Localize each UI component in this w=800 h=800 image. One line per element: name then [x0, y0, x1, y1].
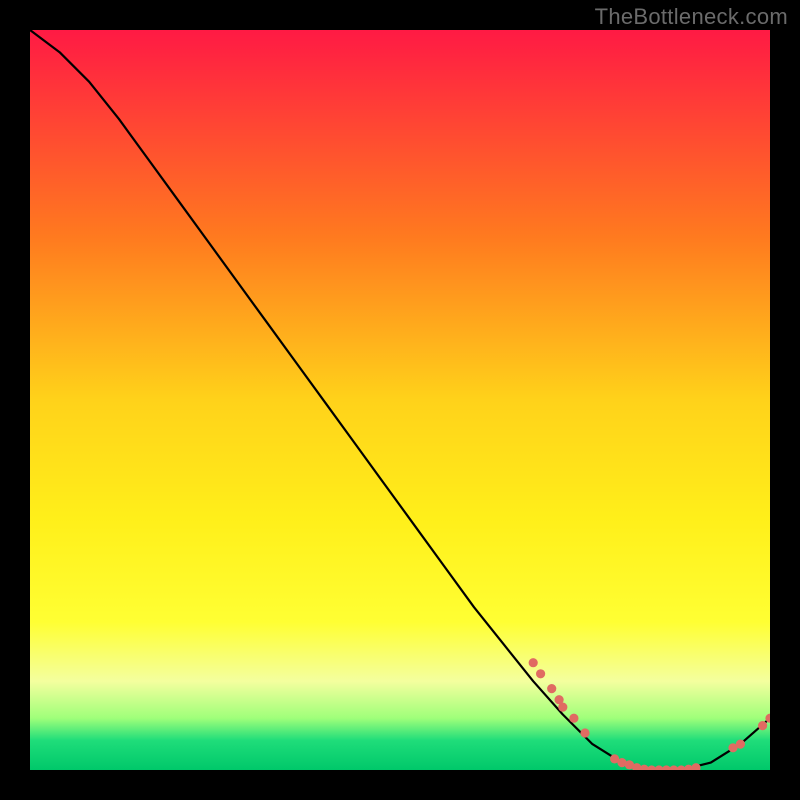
- gradient-background: [30, 30, 770, 770]
- chart-frame: TheBottleneck.com: [0, 0, 800, 800]
- data-marker: [736, 740, 745, 749]
- plot-area: [30, 30, 770, 770]
- data-marker: [536, 669, 545, 678]
- data-marker: [547, 684, 556, 693]
- chart-svg: [30, 30, 770, 770]
- data-marker: [558, 703, 567, 712]
- data-marker: [529, 658, 538, 667]
- watermark-text: TheBottleneck.com: [595, 4, 788, 30]
- data-marker: [758, 721, 767, 730]
- data-marker: [580, 728, 589, 737]
- data-marker: [569, 714, 578, 723]
